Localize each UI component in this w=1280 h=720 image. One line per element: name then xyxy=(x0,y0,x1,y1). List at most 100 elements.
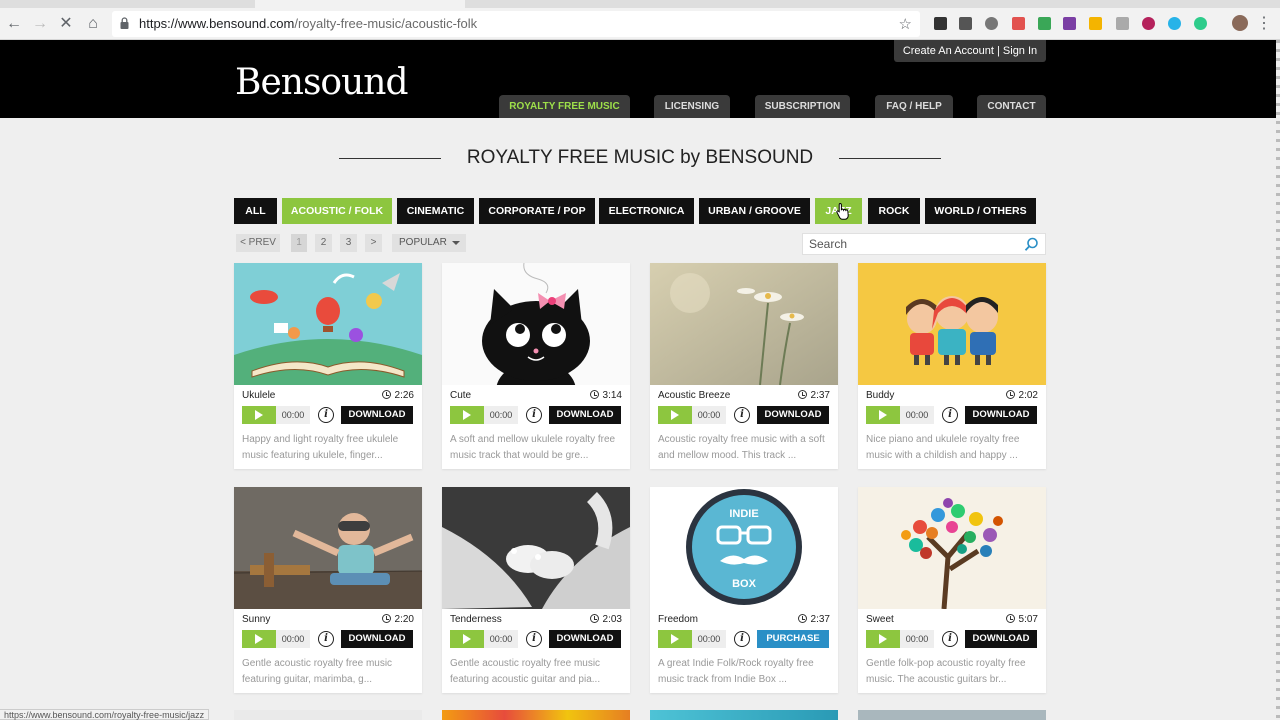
extension-icon[interactable] xyxy=(985,17,998,30)
track-title[interactable]: Sunny xyxy=(242,614,270,625)
download-button[interactable]: DOWNLOAD xyxy=(341,630,413,648)
back-icon[interactable]: ← xyxy=(4,14,24,34)
address-bar[interactable]: https://www.bensound.com/royalty-free-mu… xyxy=(112,11,920,37)
purchase-button[interactable]: PURCHASE xyxy=(757,630,829,648)
duration-value: 2:03 xyxy=(602,614,622,625)
genre-rock[interactable]: ROCK xyxy=(868,198,920,224)
download-button[interactable]: DOWNLOAD xyxy=(965,630,1037,648)
genre-corporate-pop[interactable]: CORPORATE / POP xyxy=(479,198,595,224)
info-icon[interactable]: i xyxy=(942,631,958,647)
download-button[interactable]: DOWNLOAD xyxy=(549,406,621,424)
extension-icon[interactable] xyxy=(1063,17,1076,30)
current-time: 00:00 xyxy=(692,630,726,648)
track-thumbnail-tenderness[interactable] xyxy=(442,487,630,609)
current-time: 00:00 xyxy=(900,630,934,648)
track-thumbnail-buddy[interactable] xyxy=(858,263,1046,385)
play-button[interactable] xyxy=(242,406,276,424)
browser-toolbar: ← → ✕ ⌂ https://www.bensound.com/royalty… xyxy=(0,0,1280,40)
tab-strip xyxy=(0,0,1280,8)
play-button[interactable] xyxy=(658,630,692,648)
profile-avatar[interactable] xyxy=(1232,15,1248,31)
extension-icon[interactable] xyxy=(1038,17,1051,30)
track-thumbnail-ukulele[interactable] xyxy=(234,263,422,385)
genre-cinematic[interactable]: CINEMATIC xyxy=(397,198,474,224)
play-button[interactable] xyxy=(450,406,484,424)
extension-icon[interactable] xyxy=(1012,17,1025,30)
extension-icon[interactable] xyxy=(934,17,947,30)
nav-subscription[interactable]: SUBSCRIPTION xyxy=(755,95,850,118)
hand-cursor-icon xyxy=(836,202,849,220)
track-description: A great Indie Folk/Rock royalty free mus… xyxy=(658,658,814,685)
download-button[interactable]: DOWNLOAD xyxy=(757,406,829,424)
forward-icon[interactable]: → xyxy=(30,14,50,34)
track-thumbnail-sunny[interactable] xyxy=(234,487,422,609)
extension-icon[interactable] xyxy=(959,17,972,30)
genre-all[interactable]: ALL xyxy=(234,198,277,224)
extension-icon[interactable] xyxy=(1168,17,1181,30)
search-box xyxy=(802,233,1046,255)
nav-contact[interactable]: CONTACT xyxy=(977,95,1046,118)
site-logo[interactable]: Bensound xyxy=(235,62,409,103)
play-button[interactable] xyxy=(866,630,900,648)
download-button[interactable]: DOWNLOAD xyxy=(341,406,413,424)
page-title: ROYALTY FREE MUSIC by BENSOUND xyxy=(466,147,814,168)
pager-page-2[interactable]: 2 xyxy=(315,234,332,252)
info-icon[interactable]: i xyxy=(318,407,334,423)
nav-licensing[interactable]: LICENSING xyxy=(654,95,730,118)
play-button[interactable] xyxy=(242,630,276,648)
track-card: Ukulele 2:26 00:00 i DOWNLOAD Happy and … xyxy=(234,263,422,469)
extension-icon[interactable] xyxy=(1142,17,1155,30)
pager-prev[interactable]: < PREV xyxy=(236,234,280,252)
track-title[interactable]: Acoustic Breeze xyxy=(658,390,730,401)
track-card: Acoustic Breeze 2:37 00:00 i DOWNLOAD Ac… xyxy=(650,263,838,469)
track-title[interactable]: Sweet xyxy=(866,614,894,625)
current-time: 00:00 xyxy=(692,406,726,424)
pager-page-1[interactable]: 1 xyxy=(291,234,307,252)
duration-value: 2:20 xyxy=(394,614,414,625)
info-icon[interactable]: i xyxy=(734,407,750,423)
track-thumbnail-acoustic-breeze[interactable] xyxy=(650,263,838,385)
play-button[interactable] xyxy=(658,406,692,424)
search-icon[interactable] xyxy=(1024,237,1039,252)
bookmark-star-icon[interactable]: ☆ xyxy=(899,15,912,33)
track-thumbnail-cute[interactable] xyxy=(442,263,630,385)
track-thumbnail-freedom[interactable]: INDIE BOX xyxy=(650,487,838,609)
track-title[interactable]: Cute xyxy=(450,390,471,401)
track-description: Acoustic royalty free music with a soft … xyxy=(658,434,825,461)
nav-royalty-free-music[interactable]: ROYALTY FREE MUSIC xyxy=(499,95,630,118)
genre-acoustic-folk[interactable]: ACOUSTIC / FOLK xyxy=(282,198,392,224)
track-duration: 2:26 xyxy=(381,390,414,401)
track-title[interactable]: Freedom xyxy=(658,614,698,625)
genre-world-others[interactable]: WORLD / OTHERS xyxy=(925,198,1036,224)
pager-next[interactable]: > xyxy=(365,234,382,252)
genre-electronica[interactable]: ELECTRONICA xyxy=(599,198,694,224)
track-title[interactable]: Ukulele xyxy=(242,390,275,401)
active-tab[interactable] xyxy=(255,0,465,8)
download-button[interactable]: DOWNLOAD xyxy=(965,406,1037,424)
info-icon[interactable]: i xyxy=(526,631,542,647)
info-icon[interactable]: i xyxy=(734,631,750,647)
nav-faq-help[interactable]: FAQ / HELP xyxy=(875,95,953,118)
info-icon[interactable]: i xyxy=(526,407,542,423)
info-icon[interactable]: i xyxy=(318,631,334,647)
play-button[interactable] xyxy=(450,630,484,648)
extension-icon[interactable] xyxy=(1194,17,1207,30)
scrollbar[interactable] xyxy=(1276,40,1280,720)
track-title[interactable]: Tenderness xyxy=(450,614,502,625)
play-button[interactable] xyxy=(866,406,900,424)
download-button[interactable]: DOWNLOAD xyxy=(549,630,621,648)
account-link[interactable]: Create An Account | Sign In xyxy=(894,40,1046,62)
sort-dropdown[interactable]: POPULAR xyxy=(392,234,466,252)
genre-urban-groove[interactable]: URBAN / GROOVE xyxy=(699,198,810,224)
pager-page-3[interactable]: 3 xyxy=(340,234,357,252)
extension-icon[interactable] xyxy=(1116,17,1129,30)
search-input[interactable] xyxy=(809,236,1009,252)
track-thumbnail-sweet[interactable] xyxy=(858,487,1046,609)
drive-icon[interactable] xyxy=(1089,17,1102,30)
home-icon[interactable]: ⌂ xyxy=(83,14,103,34)
stop-icon[interactable]: ✕ xyxy=(56,14,76,34)
info-icon[interactable]: i xyxy=(942,407,958,423)
track-description: A soft and mellow ukulele royalty free m… xyxy=(450,434,616,461)
track-title[interactable]: Buddy xyxy=(866,390,894,401)
menu-icon[interactable]: ⋮ xyxy=(1254,14,1274,34)
